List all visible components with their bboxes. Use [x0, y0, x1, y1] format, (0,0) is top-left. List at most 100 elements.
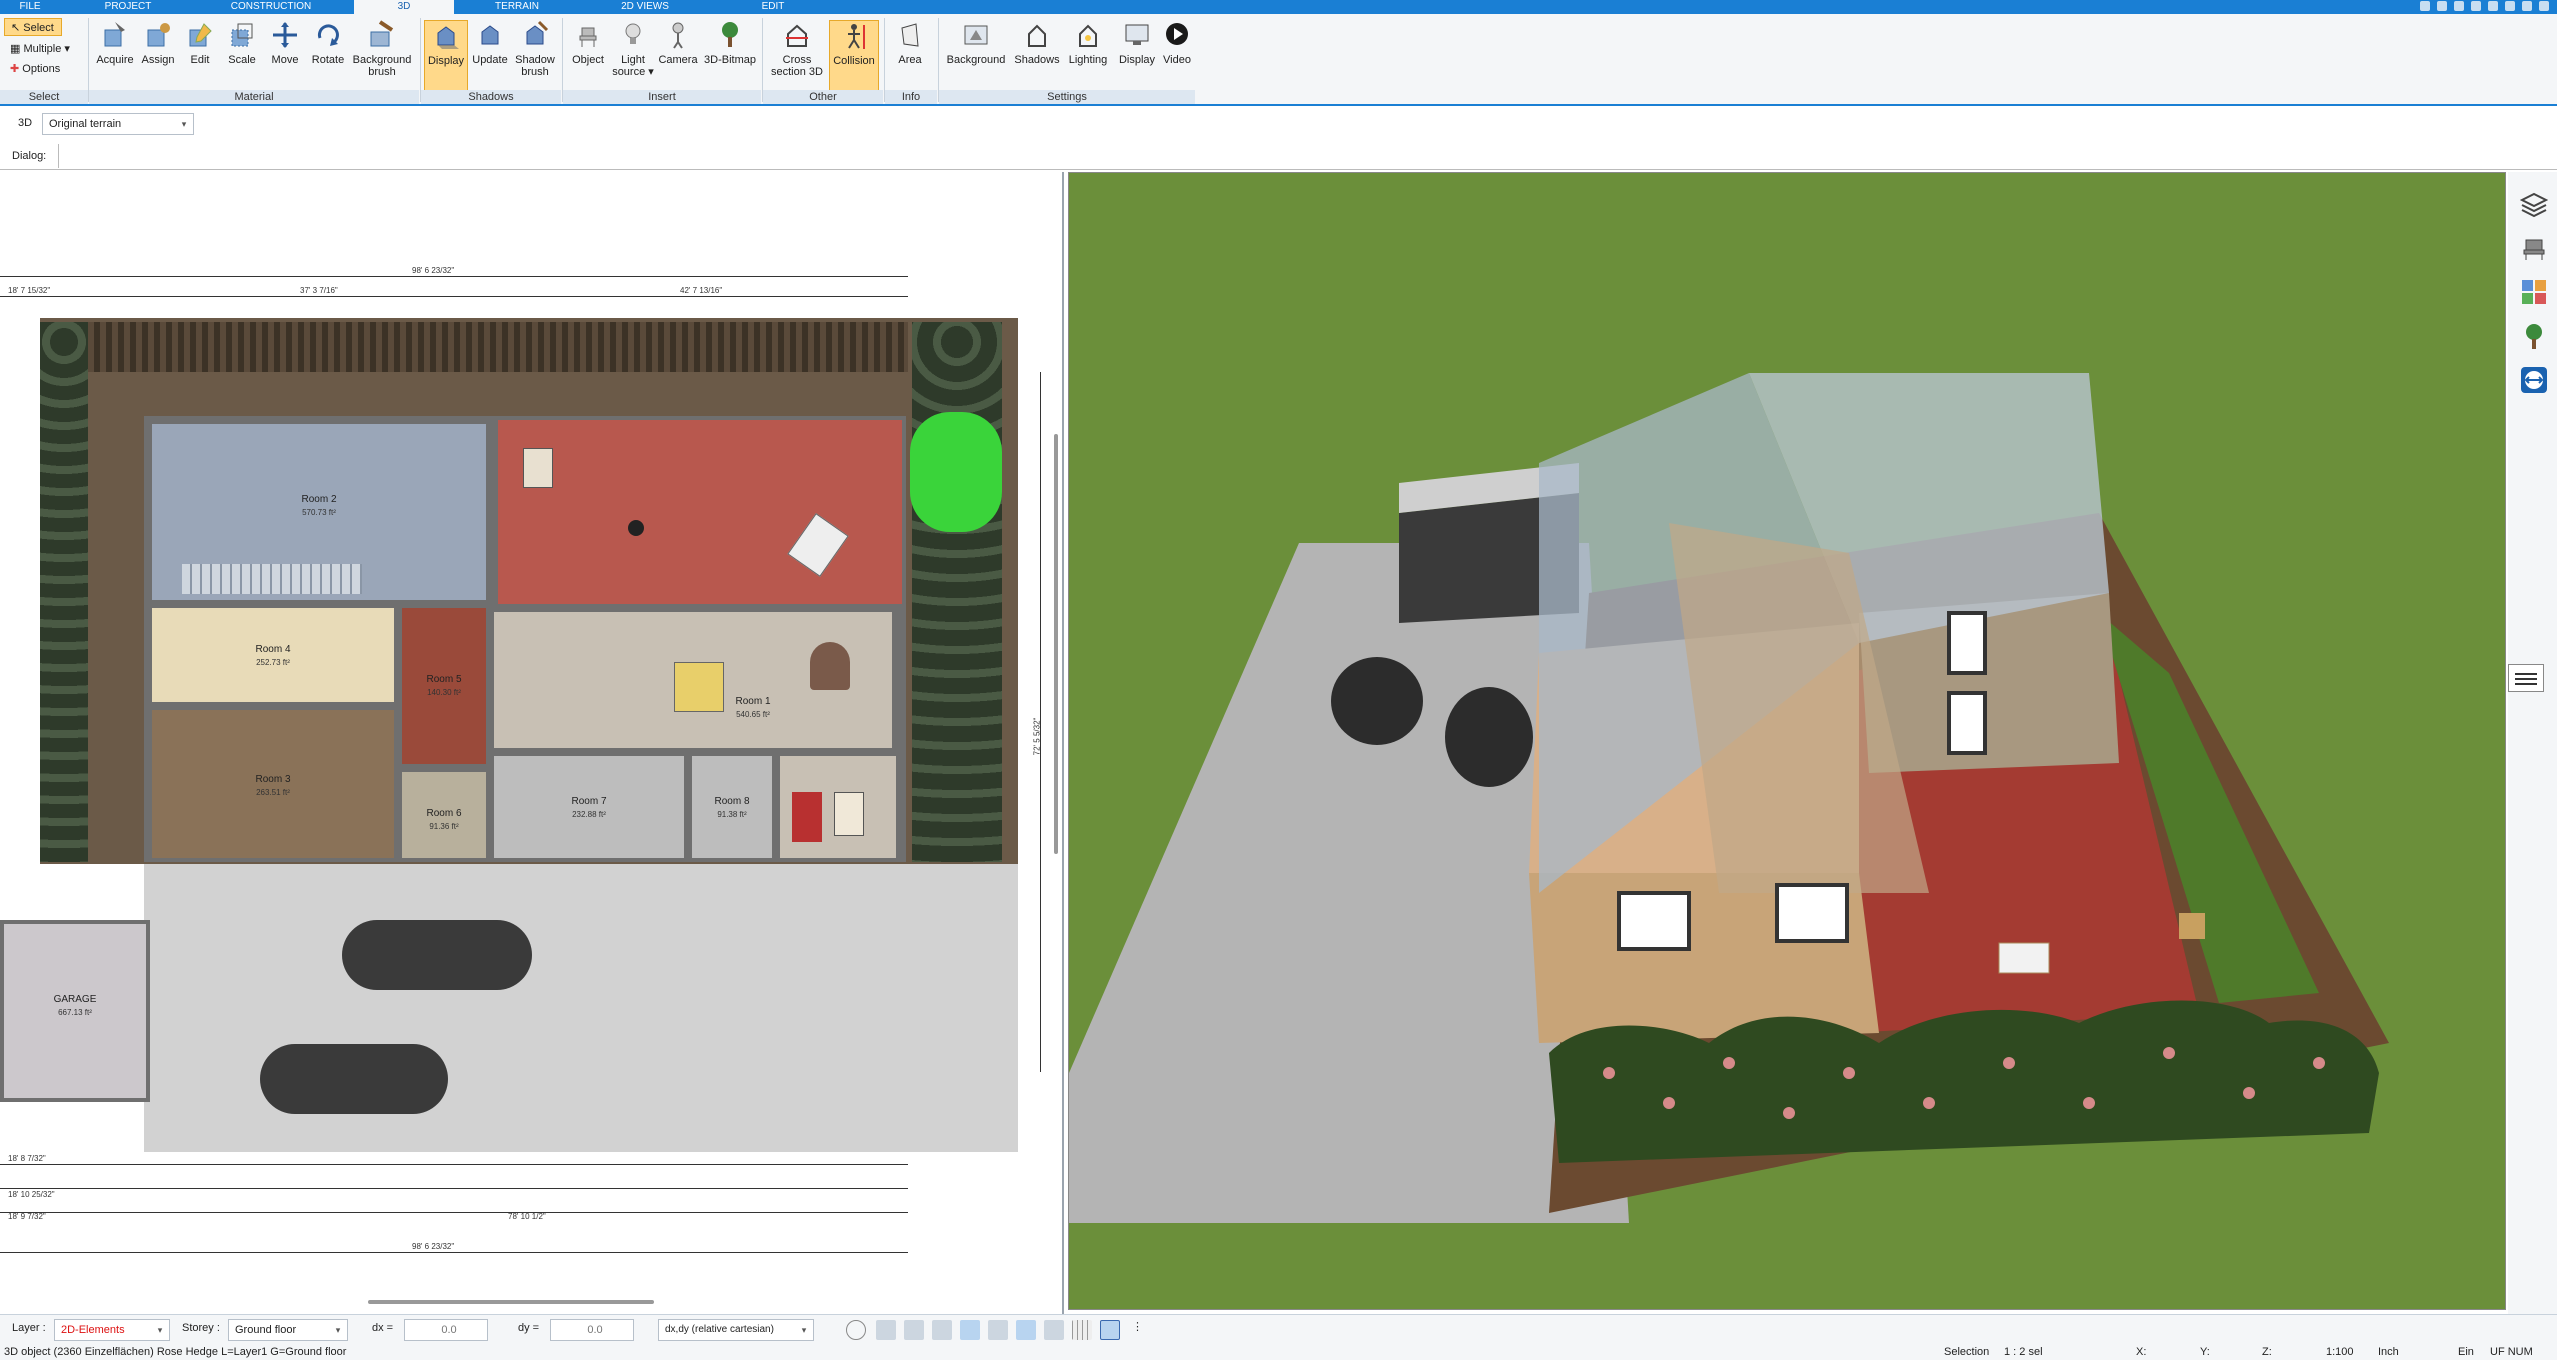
snap-tool-icon[interactable] — [932, 1320, 952, 1340]
cross-section-icon — [786, 24, 808, 47]
edit-material-button[interactable]: Edit — [180, 20, 220, 98]
tab-construction[interactable]: CONSTRUCTION — [196, 0, 346, 14]
quick-tool-icon[interactable] — [2471, 1, 2481, 11]
snap-tool-icon[interactable] — [1044, 1320, 1064, 1340]
hedge-left[interactable] — [40, 322, 88, 862]
clock-icon[interactable] — [846, 1320, 866, 1340]
remote-support-icon[interactable] — [2520, 366, 2548, 394]
lounge-chair[interactable] — [523, 448, 553, 488]
driveway[interactable] — [144, 864, 1018, 1152]
select-button[interactable]: ↖ Select — [4, 18, 62, 36]
grid-icon[interactable] — [1072, 1320, 1092, 1340]
move-button[interactable]: Move — [264, 20, 306, 98]
garage[interactable]: GARAGE 667.13 ft² — [0, 920, 150, 1102]
vertical-scrollbar[interactable] — [1054, 434, 1058, 854]
shadows-settings-button[interactable]: Shadows — [1012, 20, 1062, 98]
shadow-brush-button[interactable]: Shadow brush — [512, 20, 558, 98]
selected-hedge-highlight[interactable] — [910, 412, 1002, 532]
3d-view[interactable] — [1068, 172, 2506, 1310]
collision-button[interactable]: Collision — [829, 20, 879, 98]
snap-tool-icon[interactable] — [988, 1320, 1008, 1340]
acquire-button[interactable]: Acquire — [94, 20, 136, 98]
snap-tool-icon[interactable] — [1016, 1320, 1036, 1340]
light-source-button[interactable]: Light source ▾ — [611, 20, 655, 98]
help-icon[interactable] — [2488, 1, 2498, 11]
more-icon[interactable]: ⋮ — [1132, 1320, 1143, 1340]
car-bottom[interactable] — [260, 1044, 448, 1114]
north-icon[interactable] — [1100, 1320, 1120, 1340]
select-arrow-icon: ↖ — [11, 22, 24, 34]
cross-section-3d-button[interactable]: Cross section 3D — [768, 20, 826, 98]
layer-select[interactable]: 2D-Elements ▾ — [54, 1319, 170, 1341]
display-settings-button[interactable]: Display — [1114, 20, 1160, 98]
materials-catalog-icon[interactable] — [2520, 278, 2548, 306]
tab-3d[interactable]: 3D — [354, 0, 454, 14]
patio-table[interactable] — [628, 520, 644, 536]
hedge-right[interactable] — [912, 322, 1002, 862]
snap-tool-icon[interactable] — [904, 1320, 924, 1340]
dining-table[interactable] — [674, 662, 724, 712]
storey-select[interactable]: Ground floor ▾ — [228, 1319, 348, 1341]
quick-tool-icon[interactable] — [2437, 1, 2447, 11]
horizontal-scrollbar[interactable] — [368, 1300, 654, 1304]
plan-bottom-toolbar: Layer : 2D-Elements ▾ Storey : Ground fl… — [0, 1314, 2557, 1344]
patio-furniture[interactable] — [787, 513, 849, 577]
staircase[interactable] — [182, 564, 362, 594]
multiple-dropdown[interactable]: ▦ Multiple ▾ — [4, 40, 70, 58]
options-button[interactable]: ✚ Options — [4, 60, 60, 78]
hedge-top[interactable] — [88, 322, 908, 372]
terrace[interactable] — [494, 416, 906, 608]
room-7[interactable]: Room 7 232.88 ft² — [490, 752, 688, 862]
room-6[interactable]: Room 6 91.36 ft² — [398, 768, 490, 862]
room-1[interactable]: Room 1 540.65 ft² — [490, 608, 896, 752]
sideboard[interactable] — [834, 792, 864, 836]
tab-file[interactable]: FILE — [0, 0, 60, 14]
floor-plan-view[interactable]: 98' 6 23/32" 18' 7 15/32" 37' 3 7/16" 42… — [0, 172, 1064, 1314]
shadow-update-button[interactable]: Update — [469, 20, 511, 98]
camera-button[interactable]: Camera — [656, 20, 700, 98]
plants-catalog-icon[interactable] — [2520, 322, 2548, 350]
close-icon[interactable] — [2539, 1, 2549, 11]
maximize-icon[interactable] — [2522, 1, 2532, 11]
room-utility[interactable] — [776, 752, 900, 862]
tab-project[interactable]: PROJECT — [68, 0, 188, 14]
panel-toggle-button[interactable] — [2508, 664, 2544, 692]
room-4[interactable]: Room 4 252.73 ft² — [148, 604, 398, 706]
insert-object-button[interactable]: Object — [566, 20, 610, 98]
dx-input[interactable]: 0.0 — [404, 1319, 488, 1341]
coord-mode-select[interactable]: dx,dy (relative cartesian) ▾ — [658, 1319, 814, 1341]
terrain-select[interactable]: Original terrain ▾ — [42, 113, 194, 135]
tab-2d-views[interactable]: 2D VIEWS — [580, 0, 710, 14]
piano[interactable] — [810, 642, 850, 690]
car-3d — [1331, 657, 1423, 745]
dimension-line — [0, 1164, 908, 1165]
quick-tool-icon[interactable] — [2420, 1, 2430, 11]
tab-edit[interactable]: EDIT — [718, 0, 828, 14]
video-button[interactable]: Video — [1160, 20, 1194, 98]
armchair[interactable] — [792, 792, 822, 842]
layers-icon[interactable] — [2520, 190, 2548, 218]
lighting-button[interactable]: Lighting — [1064, 20, 1112, 98]
area-button[interactable]: Area — [888, 20, 932, 98]
minimize-icon[interactable] — [2505, 1, 2515, 11]
room-8[interactable]: Room 8 91.38 ft² — [688, 752, 776, 862]
dy-input[interactable]: 0.0 — [550, 1319, 634, 1341]
background-brush-button[interactable]: Background brush — [350, 20, 414, 98]
shadow-display-button[interactable]: Display — [424, 20, 468, 98]
snap-tool-icon[interactable] — [876, 1320, 896, 1340]
furniture-catalog-icon[interactable] — [2520, 234, 2548, 262]
chevron-down-icon: ▾ — [157, 1325, 163, 1335]
room-5[interactable]: Room 5 140.30 ft² — [398, 604, 490, 768]
room-3[interactable]: Room 3 263.51 ft² — [148, 706, 398, 862]
tab-terrain[interactable]: TERRAIN — [462, 0, 572, 14]
room-2[interactable]: Room 2 570.73 ft² — [148, 420, 490, 604]
3d-bitmap-button[interactable]: 3D-Bitmap — [701, 20, 759, 98]
car-top[interactable] — [342, 920, 532, 990]
ein-label: Ein — [2458, 1346, 2474, 1358]
assign-button[interactable]: Assign — [137, 20, 179, 98]
background-settings-button[interactable]: Background — [942, 20, 1010, 98]
snap-tool-icon[interactable] — [960, 1320, 980, 1340]
scale-button[interactable]: Scale — [222, 20, 262, 98]
rotate-button[interactable]: Rotate — [307, 20, 349, 98]
quick-tool-icon[interactable] — [2454, 1, 2464, 11]
